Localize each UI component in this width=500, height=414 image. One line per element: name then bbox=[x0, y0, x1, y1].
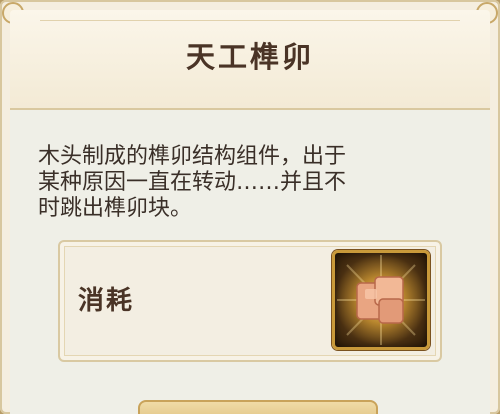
consume-card: 消耗 bbox=[58, 240, 442, 362]
item-detail-panel: 天工榫卯 木头制成的榫卯结构组件，出于 某种原因一直在转动……并且不 时跳出榫卯… bbox=[0, 0, 500, 414]
item-description: 木头制成的榫卯结构组件，出于 某种原因一直在转动……并且不 时跳出榫卯块。 bbox=[38, 144, 458, 222]
item-title: 天工榫卯 bbox=[185, 40, 314, 74]
bottom-action-tab[interactable] bbox=[138, 400, 378, 414]
description-line: 木头制成的榫卯结构组件，出于 bbox=[38, 144, 347, 169]
tenon-block-icon bbox=[337, 255, 425, 345]
description-line: 时跳出榫卯块。 bbox=[38, 196, 193, 221]
header-divider bbox=[40, 20, 460, 21]
consume-item-slot[interactable] bbox=[332, 250, 430, 350]
panel-header: 天工榫卯 bbox=[10, 10, 490, 110]
description-line: 某种原因一直在转动……并且不 bbox=[38, 170, 347, 195]
consume-label: 消耗 bbox=[78, 286, 135, 316]
